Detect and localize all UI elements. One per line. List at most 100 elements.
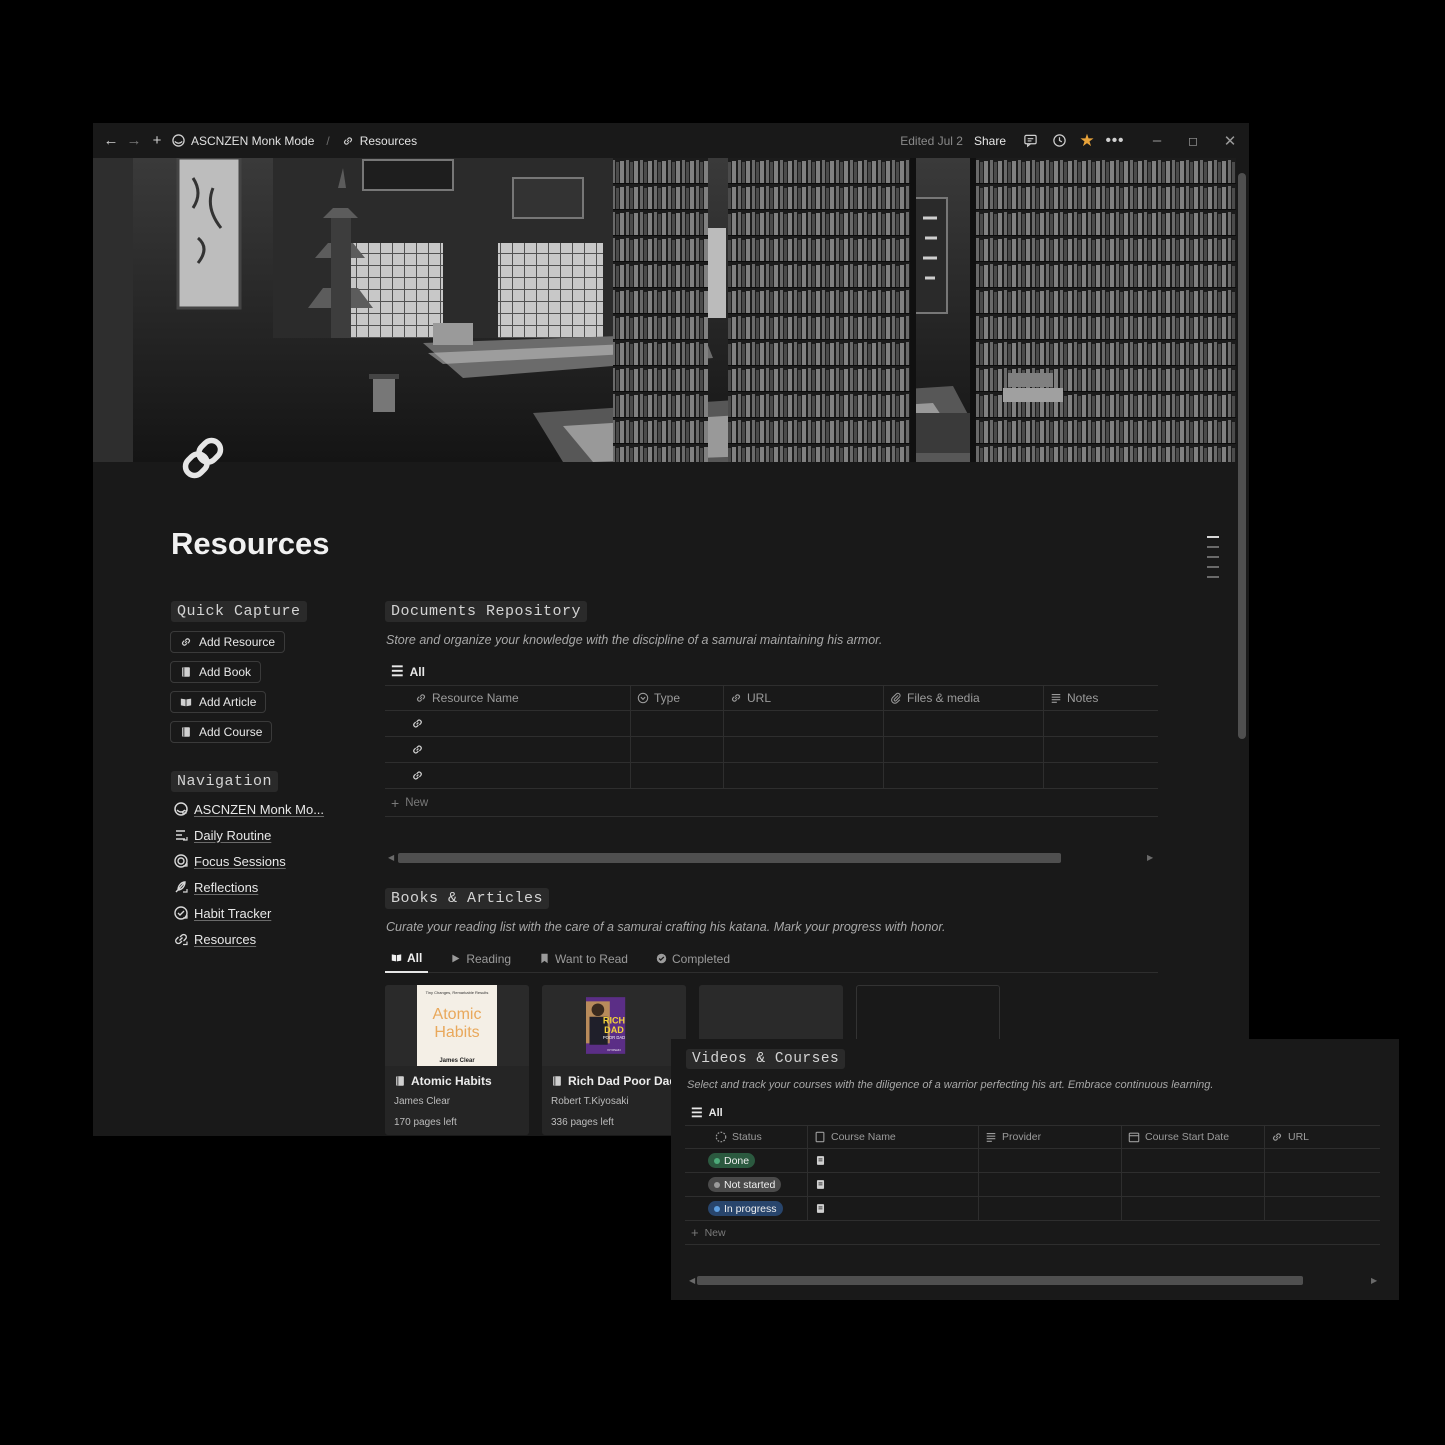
status-badge[interactable]: In progress <box>708 1201 783 1216</box>
scroll-right-arrow-icon[interactable]: ▶ <box>1147 853 1153 862</box>
column-files-media[interactable]: Files & media <box>884 686 1044 710</box>
notes-cell[interactable] <box>1044 711 1158 736</box>
status-badge[interactable]: Not started <box>708 1177 782 1192</box>
book-card-atomic-habits[interactable]: Tiny Changes, Remarkable Results Atomic … <box>385 985 529 1135</box>
nav-link-resources[interactable]: Resources <box>173 931 256 947</box>
history-clock-icon[interactable] <box>1048 130 1070 152</box>
notes-cell[interactable] <box>1044 737 1158 762</box>
table-row[interactable]: In progress <box>685 1197 1380 1221</box>
bookmark-icon <box>541 953 548 964</box>
nav-link-home[interactable]: ASCNZEN Monk Mo... <box>173 801 324 817</box>
add-article-button[interactable]: Add Article <box>170 691 267 713</box>
url-cell[interactable] <box>724 763 884 788</box>
courses-window: Videos & Courses Select and track your c… <box>671 1039 1399 1300</box>
resource-name-cell[interactable] <box>385 763 631 788</box>
column-url[interactable]: URL <box>1265 1126 1380 1148</box>
course-name-cell[interactable] <box>808 1197 979 1220</box>
scroll-left-arrow-icon[interactable]: ◀ <box>689 1276 695 1285</box>
add-course-button[interactable]: Add Course <box>170 721 273 743</box>
scroll-right-arrow-icon[interactable]: ▶ <box>1371 1276 1377 1285</box>
resource-name-cell[interactable] <box>385 737 631 762</box>
nav-link-daily-routine[interactable]: Daily Routine <box>173 827 271 843</box>
forward-arrow-icon[interactable]: → <box>123 130 145 152</box>
tab-reading[interactable]: Reading <box>444 945 517 973</box>
courses-view-tab[interactable]: ☰ All <box>691 1105 723 1121</box>
tab-label: Want to Read <box>555 951 628 966</box>
course-name-cell[interactable] <box>808 1149 979 1172</box>
breadcrumb-workspace[interactable]: ASCNZEN Monk Mode <box>191 134 314 148</box>
table-of-contents-indicator[interactable] <box>1207 536 1219 586</box>
column-label: URL <box>1288 1131 1310 1143</box>
files-cell[interactable] <box>884 711 1044 736</box>
add-resource-button[interactable]: Add Resource <box>170 631 286 653</box>
book-title: Atomic Habits <box>411 1074 492 1088</box>
provider-cell[interactable] <box>979 1197 1122 1220</box>
books-description: Curate your reading list with the care o… <box>386 920 946 934</box>
close-icon[interactable]: ✕ <box>1219 130 1241 152</box>
column-status[interactable]: Status <box>685 1126 808 1148</box>
column-type[interactable]: Type <box>631 686 724 710</box>
notes-cell[interactable] <box>1044 763 1158 788</box>
table-row[interactable] <box>385 737 1158 763</box>
table-row[interactable]: Done <box>685 1149 1380 1173</box>
comment-icon[interactable] <box>1019 130 1041 152</box>
documents-view-tab[interactable]: ☰ All <box>391 663 425 680</box>
type-cell[interactable] <box>631 711 724 736</box>
type-cell[interactable] <box>631 763 724 788</box>
favorite-star-icon[interactable]: ★ <box>1076 130 1098 152</box>
pages-left: 336 pages left <box>551 1117 614 1128</box>
nav-link-habit-tracker[interactable]: Habit Tracker <box>173 905 271 921</box>
back-arrow-icon[interactable]: ← <box>100 130 122 152</box>
files-cell[interactable] <box>884 737 1044 762</box>
status-badge[interactable]: Done <box>708 1153 756 1168</box>
book-icon <box>182 667 190 677</box>
status-cell[interactable]: Done <box>685 1149 808 1172</box>
url-cell[interactable] <box>1265 1149 1380 1172</box>
url-cell[interactable] <box>724 737 884 762</box>
tab-completed[interactable]: Completed <box>650 945 736 973</box>
nav-link-focus-sessions[interactable]: Focus Sessions <box>173 853 286 869</box>
type-cell[interactable] <box>631 737 724 762</box>
column-url[interactable]: URL <box>724 686 884 710</box>
add-book-button[interactable]: Add Book <box>170 661 262 683</box>
plus-icon[interactable]: + <box>146 130 168 152</box>
url-cell[interactable] <box>1265 1197 1380 1220</box>
breadcrumb-page[interactable]: Resources <box>360 134 417 148</box>
minimize-icon[interactable]: – <box>1146 130 1168 152</box>
course-name-cell[interactable] <box>808 1173 979 1196</box>
provider-cell[interactable] <box>979 1173 1122 1196</box>
vertical-scrollbar[interactable] <box>1238 173 1246 739</box>
column-resource-name[interactable]: Resource Name <box>385 686 631 710</box>
start-date-cell[interactable] <box>1122 1197 1265 1220</box>
new-row-button[interactable]: + New <box>385 790 1158 817</box>
maximize-icon[interactable]: ◻ <box>1182 130 1204 152</box>
table-row[interactable]: Not started <box>685 1173 1380 1197</box>
scroll-left-arrow-icon[interactable]: ◀ <box>388 853 394 862</box>
more-options-icon[interactable]: ••• <box>1104 130 1126 152</box>
table-row[interactable] <box>385 711 1158 737</box>
book-card-rich-dad-poor-dad[interactable]: RICH DAD POOR DAD KIYOSAKI Rich Dad Poor… <box>542 985 686 1135</box>
status-cell[interactable]: In progress <box>685 1197 808 1220</box>
nav-link-reflections[interactable]: Reflections <box>173 879 258 895</box>
column-provider[interactable]: Provider <box>979 1126 1122 1148</box>
start-date-cell[interactable] <box>1122 1173 1265 1196</box>
courses-horizontal-scrollbar[interactable] <box>697 1276 1303 1285</box>
tab-all[interactable]: All <box>385 945 429 973</box>
url-cell[interactable] <box>724 711 884 736</box>
provider-cell[interactable] <box>979 1149 1122 1172</box>
documents-horizontal-scrollbar[interactable] <box>398 853 1061 863</box>
column-label: Status <box>732 1131 762 1143</box>
url-cell[interactable] <box>1265 1173 1380 1196</box>
column-notes[interactable]: Notes <box>1044 686 1158 710</box>
new-row-button[interactable]: + New <box>685 1221 1380 1245</box>
resource-name-cell[interactable] <box>385 711 631 736</box>
column-course-name[interactable]: Course Name <box>808 1126 979 1148</box>
start-date-cell[interactable] <box>1122 1149 1265 1172</box>
share-button[interactable]: Share <box>974 134 1006 148</box>
table-row[interactable] <box>385 763 1158 789</box>
column-course-start-date[interactable]: Course Start Date <box>1122 1126 1265 1148</box>
tab-label: Reading <box>466 951 512 966</box>
files-cell[interactable] <box>884 763 1044 788</box>
status-cell[interactable]: Not started <box>685 1173 808 1196</box>
tab-want-to-read[interactable]: Want to Read <box>533 945 634 973</box>
